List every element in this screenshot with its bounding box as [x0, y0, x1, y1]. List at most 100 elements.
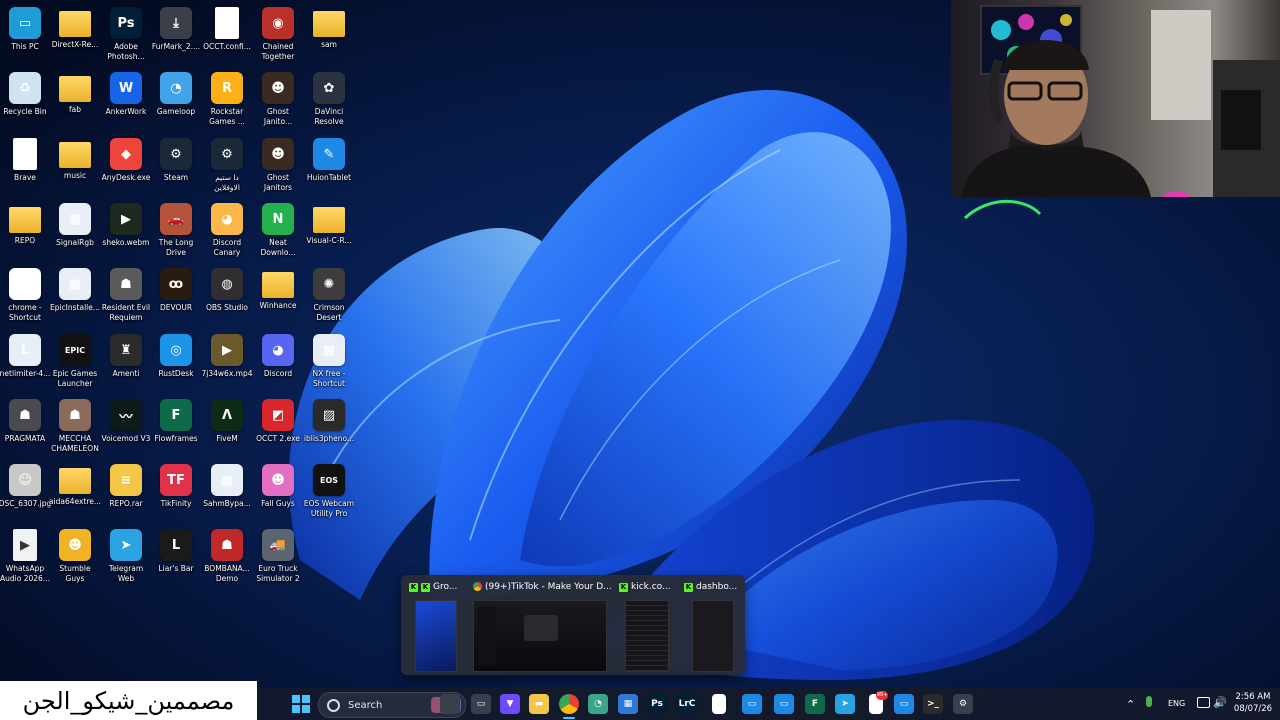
- desktop-icon[interactable]: ▶ WhatsApp Audio 2026...: [0, 526, 50, 588]
- desktop-icon[interactable]: ☺ DSC_6307.jpg: [0, 461, 51, 523]
- desktop-icon-label: sheko.webm: [102, 238, 150, 247]
- widgets-icon[interactable]: [440, 694, 460, 714]
- desktop-icon[interactable]: 🚚 Euro Truck Simulator 2: [253, 526, 303, 588]
- desktop-icon[interactable]: Winhance: [253, 265, 303, 327]
- desktop-icon[interactable]: N Neat Downlo...: [253, 200, 303, 262]
- desktop-icon[interactable]: EOS EOS Webcam Utility Pro: [304, 461, 354, 523]
- desktop-icon[interactable]: ▦ NX free - Shortcut: [304, 331, 354, 393]
- telegram-icon[interactable]: ➤: [835, 694, 855, 714]
- preview-thumb-3[interactable]: [625, 600, 669, 672]
- desktop-icon[interactable]: ✺ Crimson Desert: [304, 265, 354, 327]
- desktop-icon[interactable]: ⚙ دا ستيم الاوفلاين: [202, 135, 252, 197]
- desktop-icon[interactable]: REPO: [0, 200, 50, 262]
- desktop-icon[interactable]: 🚗 The Long Drive: [151, 200, 201, 262]
- desktop-icon[interactable]: ▨ iblis3pheno...: [304, 396, 354, 458]
- desktop-icon[interactable]: W AnkerWork: [101, 69, 151, 131]
- desktop-icon[interactable]: ▦ SignalRgb: [50, 200, 100, 262]
- desktop-icon[interactable]: ▦ EpicInstalle...: [50, 265, 100, 327]
- desktop-icon[interactable]: ◆ AnyDesk.exe: [101, 135, 151, 197]
- desktop-icon[interactable]: ☻ Fall Guys: [253, 461, 303, 523]
- desktop-icon[interactable]: ꝏ DEVOUR: [151, 265, 201, 327]
- settings-icon[interactable]: ⚙: [953, 694, 973, 714]
- desktop-icon[interactable]: ◔ Gameloop: [151, 69, 201, 131]
- desktop-icon[interactable]: L Liar's Bar: [151, 526, 201, 588]
- gameloop-icon[interactable]: ◔: [588, 694, 608, 714]
- microsoft-store-icon[interactable]: ▦: [618, 694, 638, 714]
- desktop-icon[interactable]: Visual-C-R...: [304, 200, 354, 262]
- clock-time[interactable]: 2:56 AM: [1230, 692, 1276, 702]
- desktop-icon[interactable]: ≡ REPO.rar: [101, 461, 151, 523]
- desktop-icon[interactable]: ◕ Discord: [253, 331, 303, 393]
- notepad-icon[interactable]: [712, 694, 726, 714]
- chrome-icon[interactable]: [559, 694, 579, 714]
- desktop-icon[interactable]: ◉ Chained Together: [253, 4, 303, 66]
- desktop-icon[interactable]: ➤ Telegram Web: [101, 526, 151, 588]
- desktop-icon[interactable]: EPIC Epic Games Launcher: [50, 331, 100, 393]
- recycle-bin-icon: ♻: [9, 72, 41, 104]
- desktop-icon[interactable]: aida64extre...: [49, 461, 101, 523]
- desktop-icon[interactable]: music: [50, 135, 100, 197]
- microphone-icon[interactable]: [1146, 696, 1152, 707]
- desktop-icon[interactable]: OCCT.confi...: [202, 4, 252, 66]
- preview-thumb-4[interactable]: [692, 600, 734, 672]
- desktop-icon[interactable]: ♜ Amenti: [101, 331, 151, 393]
- flowframes-icon[interactable]: F: [805, 694, 825, 714]
- desktop-icon[interactable]: ♻ Recycle Bin: [0, 69, 50, 131]
- desktop-icon[interactable]: ☻ Ghost Janito...: [253, 69, 303, 131]
- start-button[interactable]: [292, 695, 310, 713]
- desktop-icon[interactable]: fab: [50, 69, 100, 131]
- desktop-icon[interactable]: ▭ This PC: [0, 4, 50, 66]
- rustdesk-icon: ◎: [160, 334, 192, 366]
- language-indicator[interactable]: ENG: [1168, 699, 1185, 708]
- monitor-icon: ▭: [9, 7, 41, 39]
- preview-thumb-2[interactable]: [473, 600, 607, 672]
- desktop-icon[interactable]: Ps Adobe Photosh...: [101, 4, 151, 66]
- task-view-icon[interactable]: ▭: [471, 694, 491, 714]
- desktop-icon[interactable]: ◉ chrome - Shortcut: [0, 265, 50, 327]
- file-explorer-icon[interactable]: ▬: [529, 694, 549, 714]
- desktop-icon[interactable]: ◎ RustDesk: [151, 331, 201, 393]
- desktop-icon[interactable]: TF TikFinity: [151, 461, 201, 523]
- desktop-icon[interactable]: ☗ MECCHA CHAMELEON: [50, 396, 100, 458]
- volume-icon[interactable]: 🔊: [1213, 696, 1227, 709]
- desktop-icon[interactable]: ✎ HuionTablet: [304, 135, 354, 197]
- desktop-icon[interactable]: ☗ Resident Evil Requiem: [101, 265, 151, 327]
- desktop-icon[interactable]: 〰 Voicemod V3: [101, 396, 151, 458]
- photoshop-icon[interactable]: Ps: [647, 694, 667, 714]
- desktop-icon[interactable]: ⚙ Steam: [151, 135, 201, 197]
- network-icon[interactable]: [1197, 697, 1210, 708]
- app-window-icon[interactable]: ▭: [894, 694, 914, 714]
- desktop-icon[interactable]: ◍ OBS Studio: [202, 265, 252, 327]
- proton-vpn-icon[interactable]: ▼: [500, 694, 520, 714]
- app-window-icon[interactable]: ▭: [774, 694, 794, 714]
- desktop-icon[interactable]: R Rockstar Games ...: [202, 69, 252, 131]
- show-hidden-icons-chevron-up-icon[interactable]: ⌃: [1126, 698, 1135, 711]
- desktop-icon[interactable]: ☗ PRAGMATA: [0, 396, 50, 458]
- lightroom-icon[interactable]: LrC: [677, 694, 697, 714]
- desktop-icon[interactable]: sam: [304, 4, 354, 66]
- terminal-icon[interactable]: >_: [923, 694, 943, 714]
- desktop-icon[interactable]: ✿ DaVinci Resolve: [304, 69, 354, 131]
- desktop-icon[interactable]: ⤓ FurMark_2....: [151, 4, 201, 66]
- desktop-icon[interactable]: Brave: [0, 135, 50, 197]
- preview-tab-4[interactable]: Kdashbo...: [684, 582, 742, 592]
- clock-date[interactable]: 08/07/26: [1230, 704, 1276, 714]
- desktop-icon[interactable]: Λ FiveM: [202, 396, 252, 458]
- preview-tab-1[interactable]: K K Gro...: [409, 582, 465, 592]
- preview-tab-3[interactable]: Kkick.co...: [619, 582, 675, 592]
- preview-thumb-1[interactable]: [415, 600, 457, 672]
- desktop-icon[interactable]: ☗ BOMBANA... Demo: [202, 526, 252, 588]
- desktop-icon[interactable]: ◕ Discord Canary: [202, 200, 252, 262]
- app-window-icon[interactable]: ▭: [742, 694, 762, 714]
- desktop-icon[interactable]: ▶ 7j34w6x.mp4: [202, 331, 252, 393]
- taskbar-thumbnail-preview[interactable]: K K Gro... (99+)TikTok - Make Your D... Kk…: [401, 575, 745, 675]
- desktop-icon[interactable]: DirectX-Re...: [50, 4, 100, 66]
- desktop-icon[interactable]: ▶ sheko.webm: [101, 200, 151, 262]
- desktop-icon[interactable]: ☻ Ghost Janitors: [253, 135, 303, 197]
- desktop-icon[interactable]: ▦ SahmBypa...: [202, 461, 252, 523]
- preview-tab-2[interactable]: (99+)TikTok - Make Your D...: [473, 582, 613, 592]
- desktop-icon[interactable]: F Flowframes: [151, 396, 201, 458]
- desktop-icon[interactable]: ☻ Stumble Guys: [50, 526, 100, 588]
- desktop-icon[interactable]: ◩ OCCT 2.exe: [253, 396, 303, 458]
- desktop-icon[interactable]: Lnetlimiter-4...: [0, 331, 50, 393]
